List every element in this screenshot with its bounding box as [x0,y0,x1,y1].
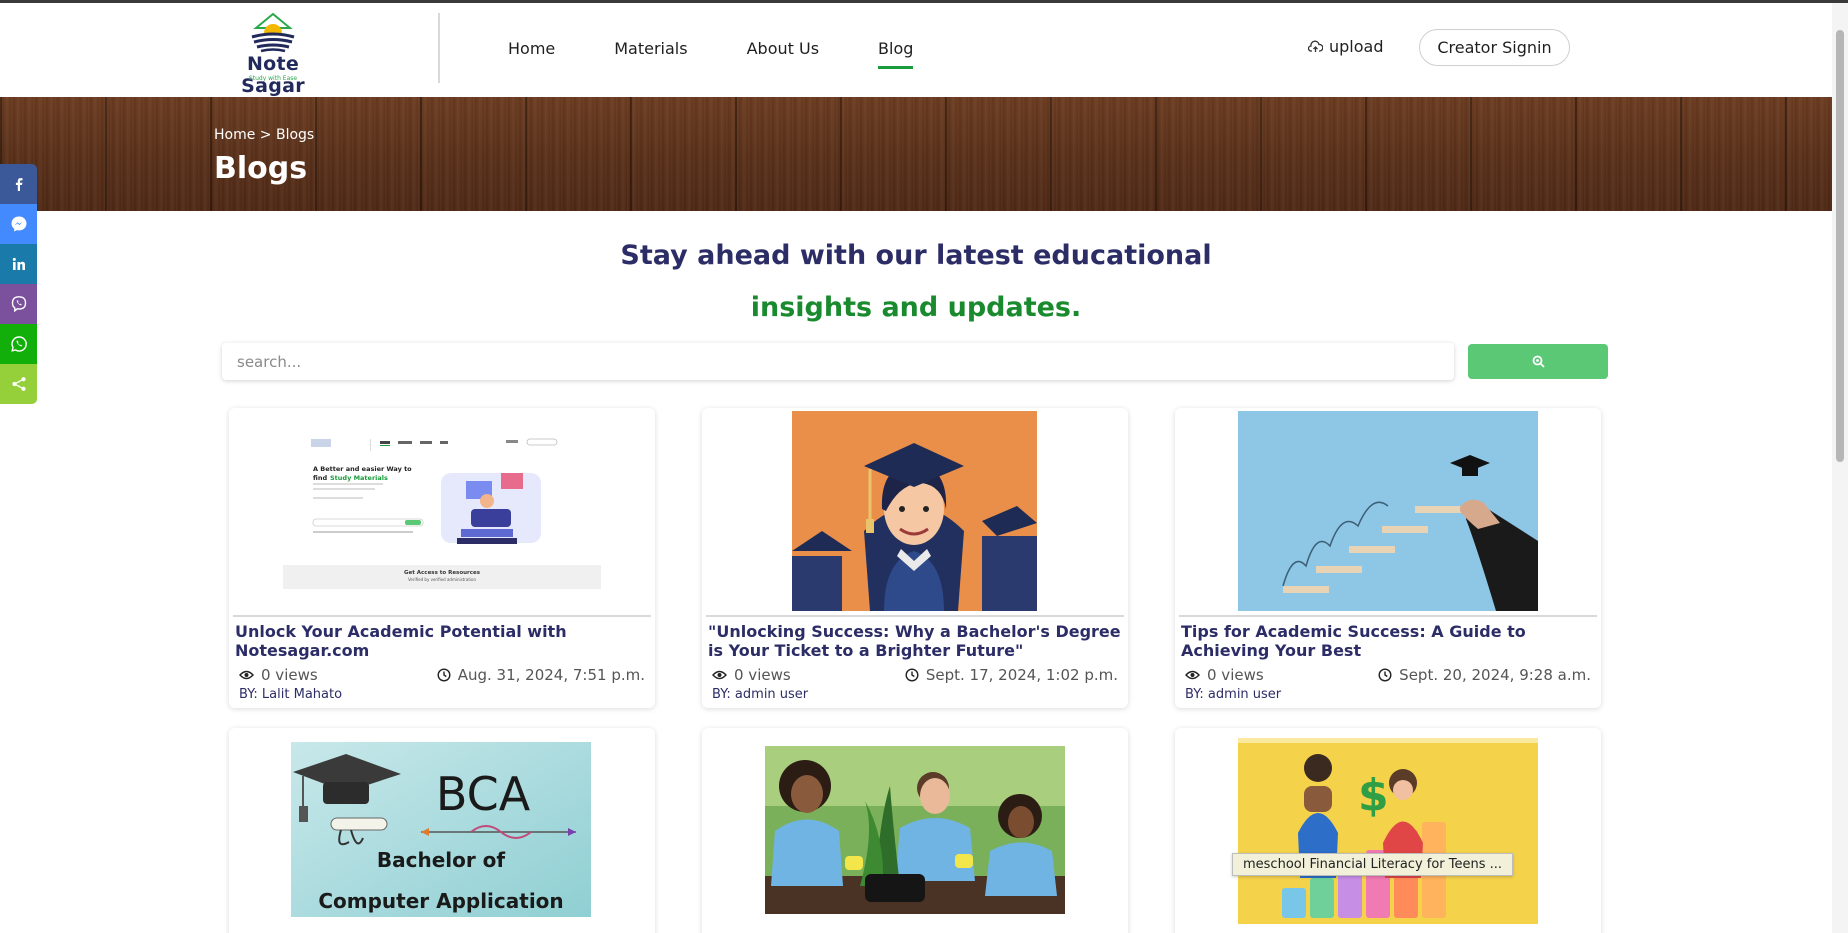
blog-card-date: Aug. 31, 2024, 7:51 p.m. [457,666,645,684]
share-facebook-button[interactable] [0,164,37,204]
logo-tagline: Study with Ease [248,75,298,82]
bca-degree-image: BCA Bachelor of Computer Application [291,742,591,917]
page-scrollbar-thumb[interactable] [1836,30,1844,462]
blog-card[interactable]: "Unlocking Success: Why a Bachelor's Deg… [702,408,1128,708]
blog-card-image[interactable]: Get Access to Resources Verified by veri… [231,411,653,615]
bca-line-2: Bachelor of [377,848,506,872]
volunteers-gardening-image [765,746,1065,914]
stairs-graduation-image [1238,411,1538,611]
eye-icon [239,670,254,680]
clock-icon [1378,668,1392,682]
blog-card[interactable]: Get Access to Resources Verified by veri… [229,408,655,708]
share-more-button[interactable] [0,364,37,404]
blog-card[interactable] [702,728,1128,933]
blog-card-title[interactable]: Unlock Your Academic Potential with Note… [235,622,649,660]
bca-line-3: Computer Application [318,889,563,913]
thumb-heading-3: Study Materials [330,474,388,482]
blog-card-author: BY: admin user [1185,687,1282,702]
clock-icon [905,668,919,682]
card-divider [706,615,1124,617]
nav-blog[interactable]: Blog [878,39,914,69]
main-nav: Home Materials About Us Blog [508,39,972,69]
eye-icon [712,670,727,680]
nav-materials[interactable]: Materials [614,39,687,69]
blog-card-title[interactable]: Tips for Academic Success: A Guide to Ac… [1181,622,1595,660]
thumb-footer-subtitle: Verified by verified administration [408,577,477,582]
headline-line-1: Stay ahead with our latest educational [620,240,1212,271]
upload-link[interactable]: upload [1308,37,1384,56]
messenger-icon [11,216,26,232]
facebook-icon [15,178,22,191]
blog-card-author: BY: admin user [712,687,809,702]
upload-label: upload [1329,37,1384,56]
header-divider [438,13,440,83]
blog-card-image[interactable] [792,411,1037,611]
bca-heading: BCA [436,767,531,821]
cloud-upload-icon [1308,40,1323,52]
blog-card-views: 0 views [1207,666,1264,684]
thumb-heading-2: find [313,474,327,482]
blog-card[interactable]: Tips for Academic Success: A Guide to Ac… [1175,408,1601,708]
blog-card[interactable]: $ [1175,728,1601,933]
creator-signin-button[interactable]: Creator Signin [1419,29,1570,66]
blog-card-views: 0 views [734,666,791,684]
whatsapp-icon [10,336,27,352]
svg-text:$: $ [1358,770,1389,821]
blog-card-image[interactable] [765,746,1065,914]
clock-icon [437,668,451,682]
blog-card-views: 0 views [261,666,318,684]
financial-literacy-image: $ [1238,738,1538,924]
blog-card-title[interactable]: "Unlocking Success: Why a Bachelor's Deg… [708,622,1122,660]
share-whatsapp-button[interactable] [0,324,37,364]
site-header: Note Sagar Study with Ease Home Material… [0,3,1832,97]
search-icon [1532,355,1545,368]
page-title: Blogs [214,151,308,186]
eye-icon [1185,670,1200,680]
nav-home[interactable]: Home [508,39,555,69]
blog-card-date: Sept. 17, 2024, 1:02 p.m. [925,666,1118,684]
breadcrumb[interactable]: Home > Blogs [214,127,314,143]
headline-line-2: insights and updates. [750,292,1082,323]
blog-card-author: BY: Lalit Mahato [239,687,343,702]
image-title-tooltip: meschool Financial Literacy for Teens ..… [1232,853,1514,876]
card-divider [1179,615,1597,617]
search-button[interactable] [1468,344,1608,379]
blog-card-meta: 0 views Sept. 20, 2024, 9:28 a.m. [1185,666,1591,684]
nav-about-us[interactable]: About Us [747,39,819,69]
thumb-heading-1: A Better and easier Way to [313,465,412,473]
blog-card-date: Sept. 20, 2024, 9:28 a.m. [1399,666,1591,684]
blog-card-image[interactable] [1238,411,1538,611]
blog-search-input[interactable] [222,343,1454,380]
site-logo[interactable]: Note Sagar Study with Ease [214,11,332,97]
share-messenger-button[interactable] [0,204,37,244]
card-divider [233,615,651,617]
share-sidebar [0,164,37,404]
blog-card-meta: 0 views Sept. 17, 2024, 1:02 p.m. [712,666,1118,684]
blog-card-image[interactable]: BCA Bachelor of Computer Application [291,742,591,917]
website-screenshot-thumbnail: Get Access to Resources Verified by veri… [283,438,601,589]
graduate-illustration [792,411,1037,611]
logo-emblem-icon [251,12,295,53]
share-icon [11,377,26,391]
page-banner: Home > Blogs Blogs [0,97,1832,211]
thumb-footer-title: Get Access to Resources [404,570,481,576]
blog-card-image[interactable]: $ [1238,738,1538,924]
blog-card-meta: 0 views Aug. 31, 2024, 7:51 p.m. [239,666,645,684]
blog-card[interactable]: BCA Bachelor of Computer Application [229,728,655,933]
